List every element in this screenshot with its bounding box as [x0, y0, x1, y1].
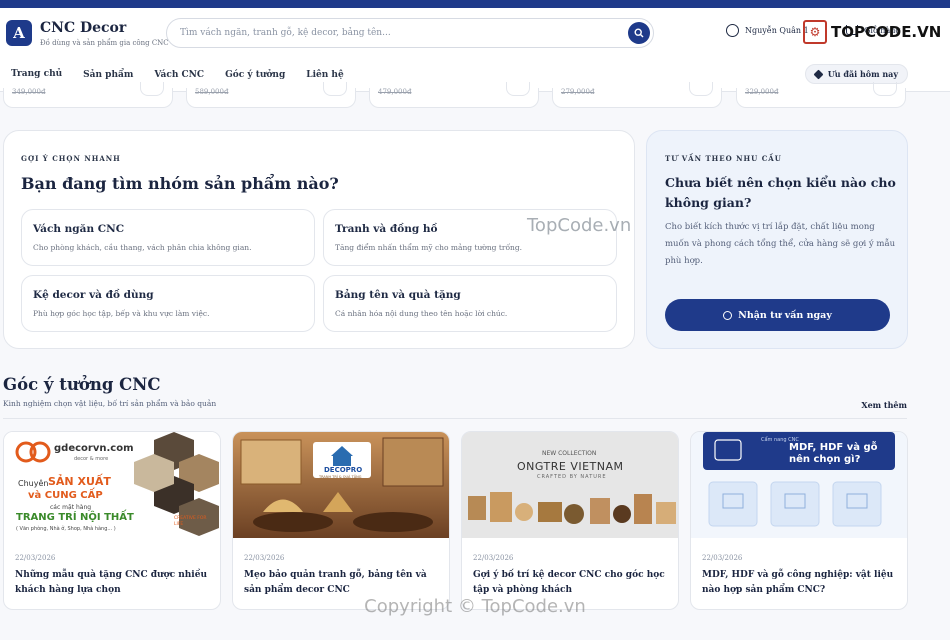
- blog-post-card[interactable]: DECOPRO TRANH TRÍ & QUÀ TẶNG 22/03/2026 …: [232, 431, 450, 610]
- thumb-brand: DECOPRO: [324, 466, 363, 474]
- brand-title: CNC Decor: [40, 19, 127, 36]
- thumb-graphic: [462, 432, 678, 538]
- consult-cta-button[interactable]: Nhận tư vấn ngay: [665, 299, 890, 331]
- user-menu[interactable]: Nguyễn Quân 1: [726, 24, 809, 37]
- old-price: 279,000đ: [561, 88, 595, 96]
- add-to-cart-button[interactable]: [323, 82, 347, 96]
- option-desc: Phù hợp góc học tập, bếp và khu vực làm …: [33, 309, 210, 318]
- promo-button[interactable]: Ưu đãi hôm nay: [804, 64, 908, 84]
- blog-post-card[interactable]: Cẩm nang CNC MDF, HDF và gỗ nên chọn gì?…: [690, 431, 908, 610]
- category-option-shelves[interactable]: Kệ decor và đồ dùng Phù hợp góc học tập,…: [21, 275, 315, 332]
- thumb-line4: các mặt hàng: [50, 504, 92, 511]
- thumb-badge: CREATIVE FOR LIFE: [174, 516, 207, 527]
- brand[interactable]: CNC Decor Đồ dùng và sản phẩm gia công C…: [40, 20, 169, 47]
- thumb-brand: gdecorvn.com: [54, 443, 134, 454]
- post-thumbnail: DECOPRO TRANH TRÍ & QUÀ TẶNG: [233, 432, 449, 538]
- quick-eyebrow: Gợi ý chọn nhanh: [21, 154, 121, 163]
- post-thumbnail: gdecorvn.com decor & more Chuyên SẢN XUẤ…: [4, 432, 220, 538]
- product-strip: 349,000đ 589,000đ 479,000đ 279,000đ 329,…: [0, 82, 950, 108]
- thumb-tag: TRANH TRÍ & QUÀ TẶNG: [319, 475, 362, 479]
- quick-title: Bạn đang tìm nhóm sản phẩm nào?: [21, 174, 339, 193]
- product-card-partial[interactable]: 329,000đ: [736, 82, 906, 108]
- post-thumbnail: Cẩm nang CNC MDF, HDF và gỗ nên chọn gì?: [691, 432, 907, 538]
- tag-icon: [813, 69, 824, 79]
- category-option-partitions[interactable]: Vách ngăn CNC Cho phòng khách, cầu thang…: [21, 209, 315, 266]
- thumb-brand: MDF, HDF và gỗ nên chọn gì?: [789, 442, 878, 465]
- cta-label: Nhận tư vấn ngay: [738, 309, 832, 321]
- user-icon: [726, 24, 739, 37]
- option-title: Bảng tên và quà tặng: [335, 289, 461, 301]
- thumb-line1: Chuyên: [18, 479, 49, 488]
- option-title: Kệ decor và đồ dùng: [33, 289, 154, 301]
- consult-panel: Tư vấn theo nhu cầu Chưa biết nên chọn k…: [646, 130, 908, 349]
- add-to-cart-button[interactable]: [689, 82, 713, 96]
- post-title[interactable]: MDF, HDF và gỗ công nghiệp: vật liệu nào…: [702, 568, 898, 598]
- option-desc: Cho phòng khách, cầu thang, vách phân ch…: [33, 243, 252, 252]
- option-title: Vách ngăn CNC: [33, 223, 125, 235]
- consult-desc: Cho biết kích thước vị trí lắp đặt, chất…: [665, 222, 896, 266]
- post-date: 22/03/2026: [473, 554, 514, 562]
- consult-title: Chưa biết nên chọn kiểu nào cho không gi…: [665, 175, 896, 210]
- nav-item-ideas[interactable]: Góc ý tưởng: [225, 58, 285, 92]
- search-placeholder: Tìm vách ngăn, tranh gỗ, kệ decor, bảng …: [180, 28, 391, 38]
- thumb-graphic: [233, 432, 449, 538]
- search-input[interactable]: Tìm vách ngăn, tranh gỗ, kệ decor, bảng …: [166, 18, 654, 48]
- nav-item-products[interactable]: Sản phẩm: [83, 58, 133, 92]
- old-price: 349,000đ: [12, 88, 46, 96]
- brand-logo-icon[interactable]: A: [6, 20, 32, 46]
- thumb-sub: CRAFTED BY NATURE: [537, 474, 607, 480]
- product-card-partial[interactable]: 479,000đ: [369, 82, 539, 108]
- thumb-line3: và CUNG CẤP: [28, 490, 103, 501]
- blog-subtitle: Kinh nghiệm chọn vật liệu, bố trí sản ph…: [3, 399, 217, 408]
- headset-icon: [723, 310, 733, 320]
- post-date: 22/03/2026: [15, 554, 56, 562]
- thumb-tag: NEW COLLECTION: [542, 450, 597, 457]
- user-name: Nguyễn Quân 1: [745, 26, 809, 35]
- product-card-partial[interactable]: 279,000đ: [552, 82, 722, 108]
- watermark-logo-text: TOPCODE.VN: [831, 23, 942, 41]
- post-date: 22/03/2026: [244, 554, 285, 562]
- nav-item-home[interactable]: Trang chủ: [11, 58, 63, 92]
- blog-title: Góc ý tưởng CNC: [3, 375, 161, 394]
- add-to-cart-button[interactable]: [140, 82, 164, 96]
- thumb-line5: TRANG TRÍ NỘI THẤT: [16, 512, 134, 523]
- old-price: 479,000đ: [378, 88, 412, 96]
- brand-subtitle: Đồ dùng và sản phẩm gia công CNC: [40, 38, 169, 47]
- thumb-line6: ( Văn phòng, Nhà ở, Shop, Nhà hàng... ): [16, 526, 116, 532]
- post-title[interactable]: Những mẫu quà tặng CNC được nhiều khách …: [15, 568, 211, 598]
- post-title[interactable]: Mẹo bảo quản tranh gỗ, bảng tên và sản p…: [244, 568, 440, 598]
- product-card-partial[interactable]: 589,000đ: [186, 82, 356, 108]
- option-desc: Tăng điểm nhấn thẩm mỹ cho mảng tường tr…: [335, 243, 523, 252]
- old-price: 589,000đ: [195, 88, 229, 96]
- blog-section-header: Góc ý tưởng CNC Kinh nghiệm chọn vật liệ…: [3, 375, 907, 419]
- post-date: 22/03/2026: [702, 554, 743, 562]
- search-icon: [634, 28, 644, 38]
- old-price: 329,000đ: [745, 88, 779, 96]
- option-desc: Cá nhân hóa nội dung theo tên hoặc lời c…: [335, 309, 508, 318]
- add-to-cart-button[interactable]: [873, 82, 897, 96]
- copyright-watermark: Copyright © TopCode.vn: [364, 596, 586, 617]
- promo-label: Ưu đãi hôm nay: [827, 69, 898, 79]
- thumb-line2: SẢN XUẤT: [48, 475, 111, 488]
- product-card-partial[interactable]: 349,000đ: [3, 82, 173, 108]
- search-button[interactable]: [628, 22, 650, 44]
- quick-pick-panel: Gợi ý chọn nhanh Bạn đang tìm nhóm sản p…: [3, 130, 635, 349]
- thumb-brand: ONGTRE VIETNAM: [517, 460, 624, 473]
- post-thumbnail: NEW COLLECTION ONGTRE VIETNAM CRAFTED BY…: [462, 432, 678, 538]
- option-title: Tranh và đồng hồ: [335, 223, 438, 235]
- top-accent-bar: [0, 0, 950, 8]
- post-title[interactable]: Gợi ý bố trí kệ decor CNC cho góc học tậ…: [473, 568, 669, 598]
- watermark-text: TopCode.vn: [527, 215, 632, 236]
- blog-post-card[interactable]: gdecorvn.com decor & more Chuyên SẢN XUẤ…: [3, 431, 221, 610]
- category-option-nameplates[interactable]: Bảng tên và quà tặng Cá nhân hóa nội dun…: [323, 275, 617, 332]
- blog-post-card[interactable]: NEW COLLECTION ONGTRE VIETNAM CRAFTED BY…: [461, 431, 679, 610]
- see-more-link[interactable]: Xem thêm: [861, 400, 907, 410]
- add-to-cart-button[interactable]: [506, 82, 530, 96]
- watermark-logo-icon: ⚙: [803, 20, 827, 44]
- watermark-logo: ⚙ TOPCODE.VN: [803, 20, 941, 44]
- thumb-tag: decor & more: [74, 456, 109, 462]
- consult-eyebrow: Tư vấn theo nhu cầu: [665, 154, 782, 163]
- site-header: A CNC Decor Đồ dùng và sản phẩm gia công…: [0, 8, 950, 58]
